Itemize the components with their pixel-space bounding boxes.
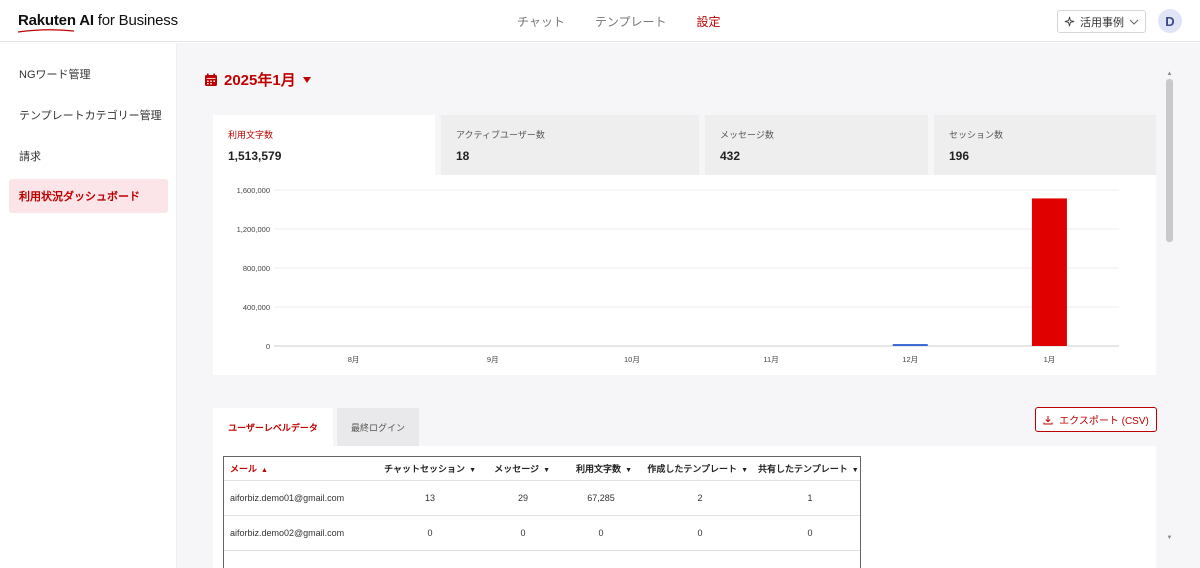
cell-templates-created: 2 xyxy=(642,480,758,516)
y-tick-label: 800,000 xyxy=(243,264,270,273)
stat-label: 利用文字数 xyxy=(228,130,274,140)
stat-value: 196 xyxy=(949,149,970,163)
caret-down-icon xyxy=(302,76,311,83)
download-icon xyxy=(1043,415,1053,424)
sparkle-icon xyxy=(1064,16,1075,27)
logo-brand: Rakuten AI xyxy=(18,12,94,29)
sidebar-item-template-categories[interactable]: テンプレートカテゴリー管理 xyxy=(9,98,168,132)
x-tick-label: 9月 xyxy=(487,355,499,364)
table-header-row: メール ▲ チャットセッション ▼ メッセージ ▼ 利用文字数 ▼ 作成したテンプレート… xyxy=(224,457,860,481)
stat-tabs: 利用文字数 1,513,579 アクティブユーザー数 18 メッセージ数 432… xyxy=(213,115,1156,175)
sort-desc-icon: ▼ xyxy=(625,466,632,474)
sort-desc-icon: ▼ xyxy=(469,466,476,474)
cell-messages: 0 xyxy=(486,515,560,551)
cell-characters-used: 0 xyxy=(560,515,642,551)
tab-active-users[interactable]: アクティブユーザー数 18 xyxy=(441,115,699,175)
export-csv-button[interactable]: エクスポート (CSV) xyxy=(1035,407,1157,432)
avatar[interactable]: D xyxy=(1158,9,1182,33)
stat-value: 18 xyxy=(456,149,470,163)
stat-value: 1,513,579 xyxy=(228,149,282,163)
cell-chat-sessions: 0 xyxy=(374,515,486,551)
nav-settings[interactable]: 設定 xyxy=(697,13,721,30)
cell-characters-used: 67,285 xyxy=(560,480,642,516)
stat-label: メッセージ数 xyxy=(720,130,774,140)
sidebar-item-usage-dashboard[interactable]: 利用状況ダッシュボード xyxy=(9,179,168,213)
tab-user-level-data[interactable]: ユーザーレベルデータ xyxy=(213,408,333,446)
sort-asc-icon: ▲ xyxy=(261,466,268,474)
bar xyxy=(1031,198,1067,346)
usage-bar-chart: 0 400,000 800,000 1,200,000 1,600,000 8月 9月 10月… xyxy=(237,186,1119,364)
user-table-card: メール ▲ チャットセッション ▼ メッセージ ▼ 利用文字数 ▼ 作成したテンプレート… xyxy=(213,446,1156,568)
month-label: 2025年1月 xyxy=(224,72,296,89)
usecase-dropdown-button[interactable]: 活用事例 xyxy=(1057,10,1146,33)
sidebar: NGワード管理 テンプレートカテゴリー管理 請求 利用状況ダッシュボード xyxy=(0,43,177,568)
column-header-characters-used[interactable]: 利用文字数 ▼ xyxy=(560,457,642,481)
column-header-templates-created[interactable]: 作成したテンプレート ▼ xyxy=(642,457,758,481)
user-table: メール ▲ チャットセッション ▼ メッセージ ▼ 利用文字数 ▼ 作成したテンプレート… xyxy=(224,457,860,551)
vertical-scrollbar[interactable]: ▲ ▼ xyxy=(1165,71,1174,541)
y-tick-label: 1,600,000 xyxy=(237,186,270,195)
y-tick-label: 400,000 xyxy=(243,303,270,312)
stat-value: 432 xyxy=(720,149,741,163)
x-tick-label: 10月 xyxy=(624,355,640,364)
main-content: 2025年1月 利用文字数 1,513,579 アクティブユーザー数 18 メッ… xyxy=(177,43,1200,568)
column-header-messages[interactable]: メッセージ ▼ xyxy=(486,457,560,481)
sort-desc-icon: ▼ xyxy=(851,466,859,474)
main-nav: チャット テンプレート 設定 xyxy=(517,13,721,30)
usecase-label: 活用事例 xyxy=(1080,16,1124,29)
cell-chat-sessions: 13 xyxy=(374,480,486,516)
stat-label: セッション数 xyxy=(949,130,1004,140)
chevron-down-icon xyxy=(1129,19,1139,25)
sidebar-item-billing[interactable]: 請求 xyxy=(9,139,168,173)
column-header-email[interactable]: メール ▲ xyxy=(224,457,374,481)
sidebar-item-ng-words[interactable]: NGワード管理 xyxy=(9,57,168,91)
tab-last-login[interactable]: 最終ログイン xyxy=(337,408,419,446)
column-header-templates-shared[interactable]: 共有したテンプレート ▼ xyxy=(758,457,860,481)
sort-desc-icon: ▼ xyxy=(543,466,550,474)
logo-suffix: for Business xyxy=(93,12,178,29)
tab-messages[interactable]: メッセージ数 432 xyxy=(705,115,928,175)
month-selector[interactable]: 2025年1月 xyxy=(204,69,312,90)
cell-email: aiforbiz.demo01@gmail.com xyxy=(224,480,374,516)
cell-templates-created: 0 xyxy=(642,515,758,551)
tab-sessions[interactable]: セッション数 196 xyxy=(934,115,1156,175)
table-row: aiforbiz.demo02@gmail.com 0 0 0 0 0 xyxy=(224,515,860,551)
cell-templates-shared: 0 xyxy=(758,515,860,551)
tab-characters-used[interactable]: 利用文字数 1,513,579 xyxy=(213,115,435,175)
export-label: エクスポート (CSV) xyxy=(1059,416,1149,427)
stat-label: アクティブユーザー数 xyxy=(456,130,545,140)
scroll-thumb[interactable] xyxy=(1166,79,1173,242)
table-row: aiforbiz.demo01@gmail.com 13 29 67,285 2… xyxy=(224,480,860,516)
nav-templates[interactable]: テンプレート xyxy=(595,13,667,30)
column-header-chat-sessions[interactable]: チャットセッション ▼ xyxy=(374,457,486,481)
y-tick-label: 0 xyxy=(266,342,270,351)
x-tick-label: 1月 xyxy=(1044,355,1056,364)
x-tick-label: 11月 xyxy=(763,355,778,364)
logo-swoosh-icon xyxy=(18,29,74,33)
cell-email: aiforbiz.demo02@gmail.com xyxy=(224,515,374,551)
nav-chat[interactable]: チャット xyxy=(517,13,565,30)
scroll-up-icon[interactable]: ▲ xyxy=(1165,71,1174,77)
y-tick-label: 1,200,000 xyxy=(237,225,270,234)
cell-messages: 29 xyxy=(486,480,560,516)
cell-templates-shared: 1 xyxy=(758,480,860,516)
x-tick-label: 12月 xyxy=(902,355,918,364)
sort-desc-icon: ▼ xyxy=(741,466,748,474)
usage-chart-card: 0 400,000 800,000 1,200,000 1,600,000 8月 9月 10月… xyxy=(213,175,1156,375)
bar xyxy=(892,344,928,346)
top-header: Rakuten AI for Business チャット テンプレート 設定 活… xyxy=(0,0,1200,42)
scroll-down-icon[interactable]: ▼ xyxy=(1165,535,1174,541)
user-table-wrapper: メール ▲ チャットセッション ▼ メッセージ ▼ 利用文字数 ▼ 作成したテンプレート… xyxy=(223,456,861,568)
calendar-icon xyxy=(205,73,217,86)
x-tick-label: 8月 xyxy=(348,355,360,364)
logo[interactable]: Rakuten AI for Business xyxy=(18,12,178,33)
